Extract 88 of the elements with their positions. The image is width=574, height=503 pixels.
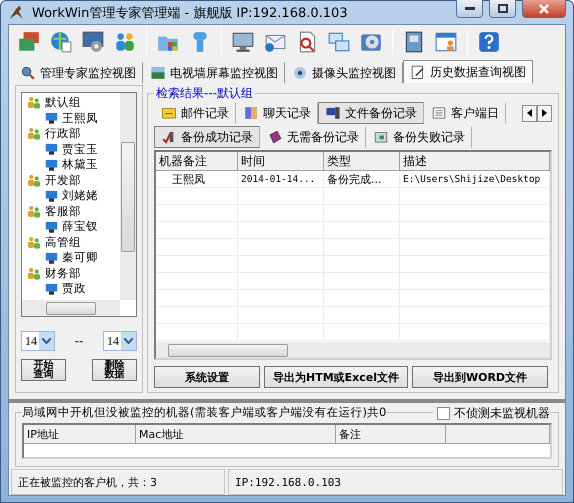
end-date-dropdown[interactable]: 14 [102, 331, 137, 351]
monitor-icon [231, 30, 255, 54]
column-header[interactable]: 备注 [336, 425, 446, 444]
delete-button[interactable]: 删除数据 [92, 359, 137, 381]
table-cell: 2014-01-14... [238, 171, 324, 187]
tab-scroll-right-button[interactable] [537, 104, 552, 122]
globe-icon [49, 30, 73, 54]
tree-computer-item[interactable]: 林黛玉 [24, 157, 120, 172]
tree-computer-item[interactable]: 秦可卿 [24, 250, 120, 266]
computer-icon [325, 105, 341, 121]
right-arrow-icon [542, 109, 547, 117]
computer-icon [44, 158, 59, 172]
horizontal-scrollbar[interactable] [22, 300, 120, 316]
tree-computer-item[interactable]: 刘姥姥 [24, 188, 120, 204]
sub-tab[interactable]: 无需备份记录 [260, 126, 366, 148]
sub-tab[interactable]: 备份成功记录 [154, 126, 260, 148]
tree-computer-item[interactable]: 贾宝玉 [24, 142, 120, 157]
record-tab[interactable]: 邮件记录 [154, 102, 236, 124]
record-tab[interactable]: 文件备份记录 [318, 102, 424, 124]
column-header[interactable]: Mac地址 [136, 425, 336, 444]
tree-group-item[interactable]: 客服部 [24, 204, 120, 219]
people-icon [26, 172, 42, 188]
close-icon [539, 4, 549, 14]
column-header[interactable]: 描述 [400, 152, 550, 171]
maximize-button[interactable] [489, 0, 516, 18]
unmonitored-title: 局域网中开机但没被监控的机器(需装客户端或客户端没有在运行)共0 [22, 405, 386, 420]
help-icon [477, 30, 501, 54]
list-icon [431, 105, 447, 121]
table-cell: 王熙凤 [156, 171, 238, 187]
results-title: 检索结果---默认组 [155, 85, 254, 102]
person-card-icon [434, 30, 458, 54]
tree-group-item[interactable]: 高管组 [24, 234, 120, 250]
horizontal-scrollbar[interactable] [156, 342, 550, 358]
export-excel-button[interactable]: 导出为HTM或Excel文件 [264, 366, 408, 388]
computer-icon [44, 142, 59, 156]
record-tab[interactable]: 客户端日 [424, 102, 506, 124]
tree-group-item[interactable]: 行政部 [24, 126, 120, 142]
column-header[interactable]: 类型 [324, 152, 400, 171]
caret-icon [124, 338, 133, 344]
view-tab[interactable]: 电视墙屏幕监控视图 [143, 62, 285, 83]
people-icon [26, 204, 42, 219]
start-date-dropdown[interactable]: 14 [21, 331, 55, 351]
tab-scroll-left-button[interactable] [522, 104, 537, 122]
ignore-checkbox[interactable]: 不侦测未监视机器 [433, 405, 550, 422]
sub-tab[interactable]: 备份失败记录 [366, 126, 472, 148]
tree-computer-item[interactable]: 薛宝钗 [24, 219, 120, 234]
vertical-scrollbar[interactable] [120, 93, 136, 300]
landscape-icon [150, 65, 166, 81]
query-button[interactable]: 开始查询 [21, 359, 66, 381]
column-header[interactable]: IP地址 [24, 425, 136, 444]
tree-computer-item[interactable]: 贾政 [24, 281, 120, 296]
windows-icon [327, 30, 351, 54]
computer-icon [44, 111, 59, 126]
computer-icon [44, 250, 59, 265]
monitor-gear-icon [81, 30, 105, 54]
tree-computer-item[interactable]: 王熙凤 [24, 110, 120, 126]
computer-icon [44, 282, 59, 296]
settings-button[interactable]: 系统设置 [154, 366, 260, 388]
notepad-icon [410, 64, 426, 80]
table-cell: 备份完成... [324, 171, 400, 187]
computer-icon [44, 188, 59, 203]
window-title: WorkWin管理专家管理端 - 旗舰版 IP:192.168.0.103 [32, 4, 349, 22]
caret-icon [42, 338, 51, 344]
people-icon [26, 234, 42, 250]
status-text: 正在被监控的客户机，共：3 [11, 469, 225, 495]
column-header[interactable]: 机器备注 [156, 152, 238, 171]
tree-group-item[interactable]: 默认组 [24, 95, 120, 110]
people-icon [26, 126, 42, 142]
minimize-button[interactable] [456, 0, 483, 18]
magnifier-icon [20, 65, 36, 81]
left-arrow-icon [527, 109, 532, 117]
column-header[interactable] [446, 425, 550, 444]
close-button[interactable] [522, 0, 566, 18]
range-separator: -- [74, 334, 84, 348]
maximize-icon [498, 4, 508, 13]
minimize-icon [464, 6, 474, 10]
view-tab[interactable]: 管理专家监控视图 [13, 62, 143, 83]
view-tab[interactable]: 历史数据查询视图 [403, 60, 533, 83]
tree-group-item[interactable]: 财务部 [24, 266, 120, 281]
status-text: IP:192.168.0.103 [228, 469, 563, 495]
export-word-button[interactable]: 导出到WORD文件 [412, 366, 548, 388]
camera-icon [292, 65, 308, 81]
computer-icon [44, 220, 59, 234]
tree-group-item[interactable]: 开发部 [24, 172, 120, 188]
table-cell: E:\Users\Shijize\Desktop [400, 171, 550, 187]
people-icon [26, 266, 42, 281]
people-icon [26, 95, 42, 110]
column-header[interactable]: 时间 [238, 152, 324, 171]
